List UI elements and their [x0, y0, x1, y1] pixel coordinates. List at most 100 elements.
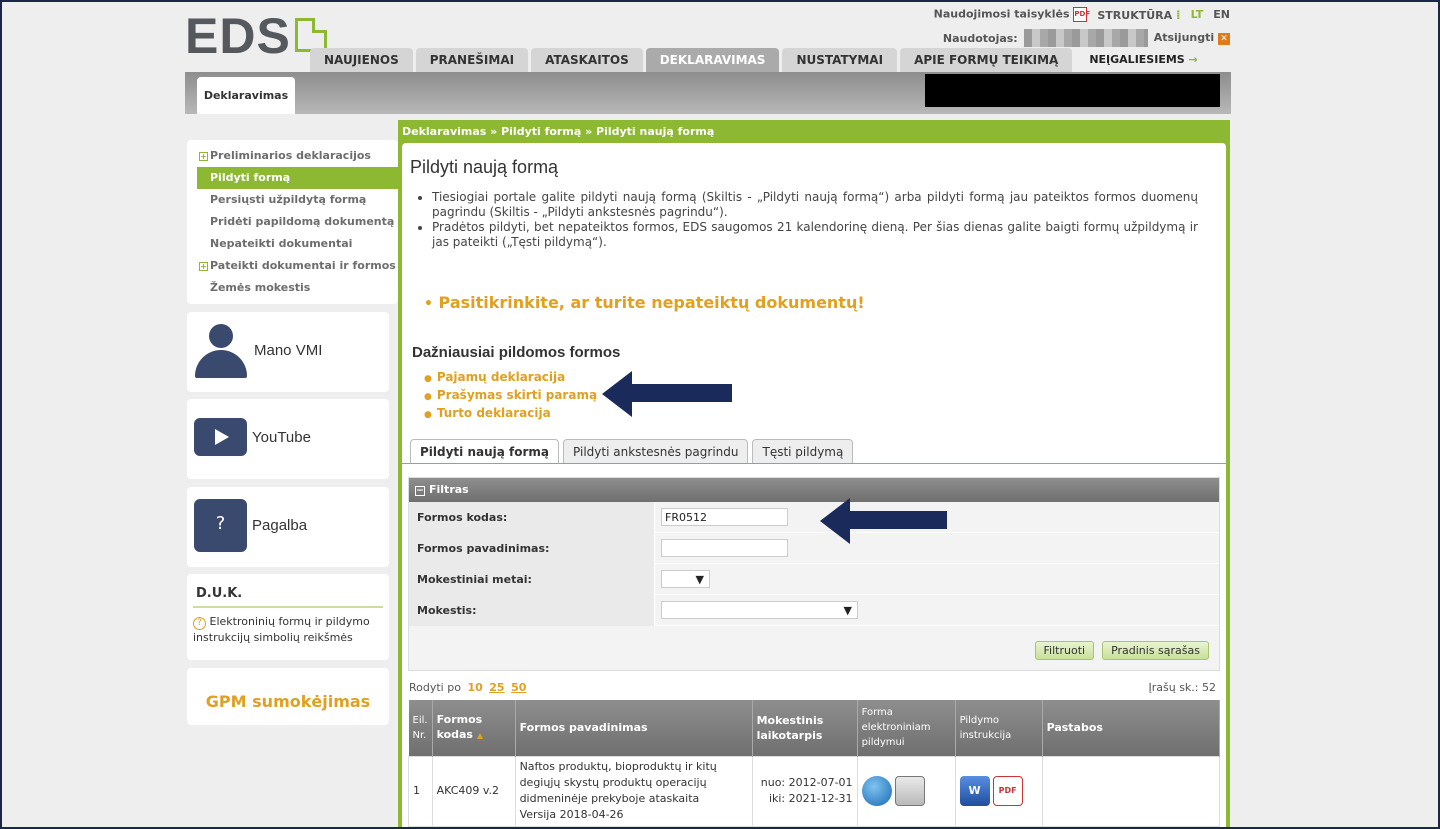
- menu-label: Pateikti dokumentai ir formos: [210, 259, 396, 272]
- chevron-down-icon: ▼: [843, 603, 852, 617]
- rules-link[interactable]: Naudojimosi taisyklės PDF: [933, 7, 1090, 22]
- tab-pildyti-nauja[interactable]: Pildyti naują formą: [410, 439, 560, 464]
- menu-preliminarios[interactable]: + Preliminarios deklaracijos: [187, 145, 398, 167]
- structure-link[interactable]: STRUKTŪRA ⁞: [1097, 8, 1180, 22]
- menu-pateikti[interactable]: + Pateikti dokumentai ir formos: [187, 255, 398, 277]
- menu-persiusti[interactable]: Persiųsti užpildytą formą: [187, 189, 398, 211]
- intro-list: Tiesiogiai portale galite pildyti naują …: [422, 190, 1198, 250]
- plus-icon: +: [199, 151, 208, 161]
- reset-button[interactable]: Pradinis sąrašas: [1102, 641, 1209, 660]
- freq-link-turto[interactable]: ● Turto deklaracija: [424, 405, 597, 423]
- menu-pildyti-forma[interactable]: Pildyti formą: [197, 167, 398, 189]
- mano-vmi-box[interactable]: Mano VMI: [187, 312, 389, 392]
- forms-table: Eil. Nr. Formos kodas ▲ Formos pavadinim…: [408, 700, 1221, 827]
- record-count: Įrašų sk.: 52: [1148, 681, 1216, 694]
- annotation-arrow: [602, 371, 732, 417]
- cell-instr: W PDF: [954, 755, 1043, 827]
- menu-zemes[interactable]: Žemės mokestis: [187, 277, 398, 299]
- eds-logo[interactable]: EDS: [185, 8, 327, 64]
- filter-buttons: Filtruoti Pradinis sąrašas: [1034, 641, 1209, 660]
- code-label: Formos kodas:: [409, 501, 655, 533]
- content-area: Pildyti naują formą Tiesiogiai portale g…: [402, 143, 1226, 827]
- page-size-50[interactable]: 50: [511, 681, 526, 694]
- sub-bar: Deklaravimas: [185, 72, 1231, 114]
- logo-text: EDS: [185, 8, 291, 64]
- form-code-input[interactable]: [661, 508, 788, 526]
- rules-link-label: Naudojimosi taisyklės: [933, 7, 1070, 21]
- duk-link[interactable]: ? Elektroninių formų ir pildymo instrukc…: [193, 614, 383, 645]
- tax-label: Mokestis:: [409, 594, 655, 626]
- duk-divider: [193, 606, 383, 608]
- youtube-box[interactable]: YouTube: [187, 399, 389, 479]
- annotation-arrow: [820, 498, 947, 544]
- page-size-10[interactable]: 10: [467, 681, 482, 694]
- filter-row-name: Formos pavadinimas:: [409, 532, 1219, 564]
- tab-ankstesnes[interactable]: Pildyti ankstesnės pagrindu: [563, 439, 749, 463]
- nav-tab-pranesimai[interactable]: PRANEŠIMAI: [415, 48, 529, 72]
- nav-tab-nustatymai[interactable]: NUSTATYMAI: [782, 48, 898, 72]
- plus-icon: +: [199, 261, 208, 271]
- duk-box: D.U.K. ? Elektroninių formų ir pildymo i…: [187, 574, 389, 660]
- menu-prideti[interactable]: Pridėti papildomą dokumentą: [187, 211, 398, 233]
- filter-panel: −Filtras Formos kodas: Formos pavadinima…: [408, 477, 1220, 671]
- name-label: Formos pavadinimas:: [409, 532, 655, 564]
- warning-link[interactable]: • Pasitikrinkite, ar turite nepateiktų d…: [424, 293, 865, 312]
- neigaliesiems-label: NEĮGALIESIEMS: [1089, 53, 1185, 66]
- browser-frame: EDS Naudojimosi taisyklės PDF STRUKTŪRA …: [2, 2, 1438, 827]
- breadcrumb: Deklaravimas » Pildyti formą » Pildyti n…: [402, 125, 715, 138]
- logo-document-icon: [294, 18, 327, 52]
- filter-row-year: Mokestiniai metai: ▼: [409, 563, 1219, 595]
- menu-label: Preliminarios deklaracijos: [210, 149, 371, 162]
- nav-tab-apie[interactable]: APIE FORMŲ TEIKIMĄ: [900, 48, 1073, 72]
- filter-header[interactable]: − Filtras: [409, 478, 1219, 502]
- mano-vmi-label: Mano VMI: [254, 342, 323, 359]
- warning-text: Pasitikrinkite, ar turite nepateiktų dok…: [438, 293, 865, 312]
- duk-title: D.U.K.: [196, 586, 243, 601]
- form-name-input[interactable]: [661, 539, 788, 557]
- page-size-25[interactable]: 25: [489, 681, 504, 694]
- lang-lt-link[interactable]: LT: [1191, 8, 1204, 21]
- nav-tab-deklaravimas[interactable]: DEKLARAVIMAS: [645, 48, 780, 72]
- tax-select[interactable]: ▼: [661, 601, 858, 619]
- logout-label: Atsijungti: [1153, 31, 1215, 44]
- lang-en-link[interactable]: EN: [1213, 8, 1230, 21]
- col-code[interactable]: Formos kodas ▲: [432, 700, 516, 756]
- pdf-icon[interactable]: PDF: [992, 776, 1023, 806]
- collapse-icon: −: [415, 486, 425, 496]
- cell-eform: [856, 755, 956, 827]
- page-size-selector: Rodyti po 10 25 50: [409, 681, 526, 694]
- cell-code: AKC409 v.2: [431, 755, 516, 827]
- user-name-blurred: [1023, 29, 1148, 47]
- tab-testi[interactable]: Tęsti pildymą: [752, 439, 854, 463]
- word-icon[interactable]: W: [959, 776, 990, 806]
- content-tabs: Pildyti naują formą Pildyti ankstesnės p…: [410, 439, 854, 464]
- gpm-link[interactable]: GPM sumokėjimas: [187, 668, 389, 725]
- main-nav: NAUJIENOS PRANEŠIMAI ATASKAITOS DEKLARAV…: [310, 48, 1212, 72]
- col-period[interactable]: Mokestinis laikotarpis: [752, 700, 858, 756]
- page-size-label: Rodyti po: [409, 681, 461, 694]
- top-links: Naudojimosi taisyklės PDF STRUKTŪRA ⁞ LT…: [934, 7, 1230, 22]
- menu-nepateikti[interactable]: Nepateikti dokumentai: [187, 233, 398, 255]
- help-box[interactable]: ? Pagalba: [187, 487, 389, 567]
- col-nr: Eil. Nr.: [408, 700, 433, 756]
- table-row: 1 AKC409 v.2 Naftos produktų, bioprodukt…: [408, 755, 1221, 827]
- year-select[interactable]: ▼: [661, 570, 710, 588]
- intro-item: Pradėtos pildyti, bet nepateiktos formos…: [432, 220, 1198, 250]
- year-label: Mokestiniai metai:: [409, 563, 655, 595]
- freq-link-parama[interactable]: ● Prašymas skirti paramą: [424, 387, 597, 405]
- youtube-label: YouTube: [252, 429, 311, 446]
- globe-icon[interactable]: [861, 776, 892, 806]
- subtab-deklaravimas[interactable]: Deklaravimas: [197, 77, 295, 114]
- nav-tab-naujienos[interactable]: NAUJIENOS: [310, 48, 413, 72]
- structure-label: STRUKTŪRA: [1097, 8, 1173, 22]
- freq-link-pajamu[interactable]: ● Pajamų deklaracija: [424, 369, 597, 387]
- user-label: Naudotojas:: [942, 31, 1018, 45]
- col-instr: Pildymo instrukcija: [955, 700, 1043, 756]
- filter-button[interactable]: Filtruoti: [1034, 641, 1095, 660]
- calculator-icon[interactable]: [894, 776, 925, 806]
- page-title: Pildyti naują formą: [410, 157, 559, 177]
- nav-neigaliesiems[interactable]: NEĮGALIESIEMS →: [1075, 48, 1211, 72]
- logout-link[interactable]: Atsijungti ✕: [1154, 31, 1230, 45]
- nav-tab-ataskaitos[interactable]: ATASKAITOS: [531, 48, 643, 72]
- col-name[interactable]: Formos pavadinimas: [515, 700, 753, 756]
